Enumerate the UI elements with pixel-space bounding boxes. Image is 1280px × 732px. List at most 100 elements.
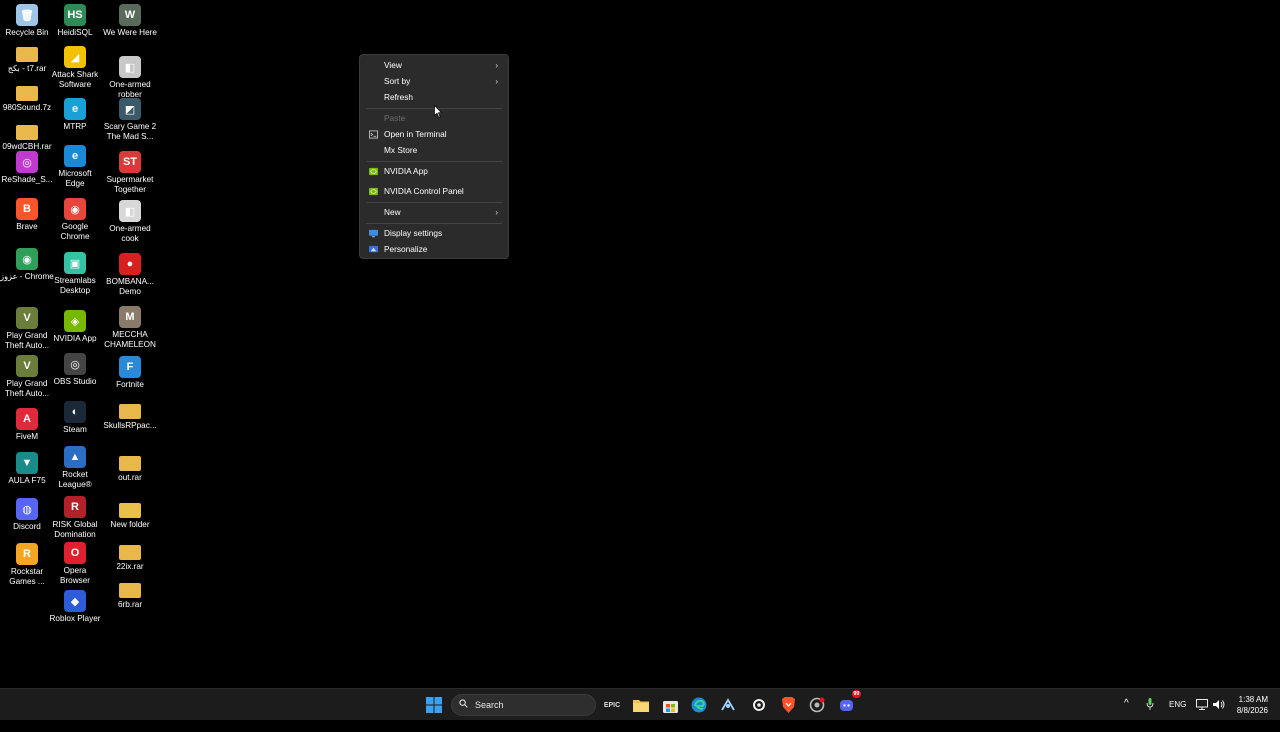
desktop-icon[interactable]: 22ix.rar <box>103 541 157 572</box>
folder-archive-icon <box>16 47 38 62</box>
folder-archive-icon <box>119 456 141 471</box>
desktop-icon[interactable]: R RISK Global Domination <box>48 496 102 539</box>
brave-icon[interactable] <box>777 694 799 716</box>
desktop-icon[interactable]: ◆ Roblox Player <box>48 590 102 624</box>
desktop-icon-label: Fortnite <box>116 380 144 389</box>
desktop-icon-label: Rockstar Games ... <box>9 567 45 586</box>
desktop-icon[interactable]: V Play Grand Theft Auto... <box>0 307 54 350</box>
desktop-icon[interactable]: ◍ Discord <box>0 498 54 532</box>
app-icon: ◎ <box>16 151 38 173</box>
menu-item-personalize[interactable]: Personalize <box>364 242 504 257</box>
desktop-icon[interactable]: ▲ Rocket League® <box>48 446 102 489</box>
desktop-icon-label: Discord <box>13 522 41 531</box>
discord-icon[interactable]: 99 <box>836 690 861 716</box>
desktop-icon[interactable]: out.rar <box>103 452 157 483</box>
desktop-icon[interactable]: ◈ NVIDIA App <box>48 310 102 344</box>
app-icon: W <box>119 4 141 26</box>
search-icon <box>459 699 468 708</box>
clock-date: 8/8/2026 <box>1236 706 1268 715</box>
chevron-right-icon: › <box>495 77 498 86</box>
start-button[interactable] <box>423 694 445 716</box>
show-hidden-icons-chevron-icon[interactable]: ^ <box>1124 698 1129 730</box>
file-explorer-icon[interactable] <box>630 694 652 716</box>
steelseries-gg-icon[interactable] <box>748 694 770 716</box>
desktop-icon[interactable]: SkullsRPpac... <box>103 400 157 431</box>
desktop-icon[interactable]: 980Sound.7z <box>0 82 54 113</box>
desktop-icon-label: AULA F75 <box>8 476 46 485</box>
desktop-icon[interactable]: ▣ Streamlabs Desktop <box>48 252 102 295</box>
desktop-icon[interactable]: V Play Grand Theft Auto... <box>0 355 54 398</box>
desktop-icon-label: ReShade_S... <box>1 175 53 184</box>
menu-item-nvidia-app[interactable]: NVIDIA App <box>364 164 504 179</box>
desktop-icon-label: Play Grand Theft Auto... <box>4 331 50 350</box>
menu-item-new[interactable]: New › <box>364 205 504 220</box>
desktop-icon[interactable]: ◉ Google Chrome <box>48 198 102 241</box>
app-icon: HS <box>64 4 86 26</box>
desktop-icon-label: out.rar <box>118 473 142 482</box>
network-icon[interactable] <box>1196 699 1208 731</box>
menu-item-mx-store[interactable]: Mx Store <box>364 143 504 158</box>
folder-archive-icon <box>119 583 141 598</box>
desktop-icon[interactable]: 09wdCBH.rar <box>0 121 54 152</box>
desktop-icon[interactable]: ◎ ReShade_S... <box>0 151 54 185</box>
desktop-icon-label: HeidiSQL <box>57 28 93 37</box>
desktop-icon-label: FiveM <box>15 432 39 441</box>
menu-item-open-in-terminal[interactable]: Open in Terminal <box>364 127 504 142</box>
app-icon: ◉ <box>64 198 86 220</box>
app-icon: A <box>16 408 38 430</box>
desktop-icon-label: Attack Shark Software <box>51 70 99 89</box>
app-icon: ▣ <box>64 252 86 274</box>
desktop-context-menu: View › Sort by › Refresh Paste Open in T… <box>359 54 509 259</box>
desktop-icon[interactable]: ◢ Attack Shark Software <box>48 46 102 89</box>
menu-item-sort-by[interactable]: Sort by › <box>364 74 504 89</box>
desktop-icon[interactable]: ◩ Scary Game 2 The Mad S... <box>103 98 157 141</box>
app-icon: ◩ <box>119 98 141 120</box>
desktop-icon[interactable]: ◧ One-armed cook <box>103 200 157 243</box>
desktop-icon[interactable]: e MTRP <box>48 98 102 132</box>
terminal-icon <box>369 130 378 139</box>
desktop-icon[interactable]: 6rb.rar <box>103 579 157 610</box>
desktop-icon[interactable]: New folder <box>103 499 157 530</box>
desktop-icon[interactable]: ◧ One-armed robber <box>103 56 157 99</box>
desktop-icon-label: SkullsRPpac... <box>103 421 157 430</box>
desktop-icon-label: Steam <box>63 425 87 434</box>
menu-item-display-settings[interactable]: Display settings <box>364 226 504 241</box>
desktop-icon[interactable]: M MECCHA CHAMELEON <box>103 306 157 349</box>
desktop-icon[interactable]: ◐ Steam <box>48 401 102 435</box>
desktop-icon[interactable]: ◎ OBS Studio <box>48 353 102 387</box>
steam-icon[interactable] <box>717 694 739 716</box>
edge-icon[interactable] <box>688 694 710 716</box>
desktop-icon[interactable]: B Brave <box>0 198 54 232</box>
desktop-icon[interactable]: ST Supermarket Together <box>103 151 157 194</box>
microphone-icon[interactable] <box>1146 698 1154 730</box>
microsoft-store-icon[interactable] <box>659 694 681 716</box>
input-language-indicator[interactable]: ENG <box>1169 700 1186 732</box>
desktop-icon[interactable]: HS HeidiSQL <box>48 4 102 38</box>
volume-icon[interactable] <box>1213 699 1225 731</box>
desktop-icon-label: Microsoft Edge <box>58 169 92 188</box>
desktop-icon[interactable]: F Fortnite <box>103 356 157 390</box>
desktop-icon[interactable]: ◉ عزوز - Chrome <box>0 248 54 282</box>
chrome-profile-icon[interactable] <box>806 694 828 716</box>
epic-games-icon[interactable]: EPIC <box>601 694 623 716</box>
app-icon: ◉ <box>16 248 38 270</box>
desktop-icon[interactable]: 🗑 Recycle Bin <box>0 4 54 38</box>
menu-item-refresh[interactable]: Refresh <box>364 90 504 105</box>
app-icon: ◍ <box>16 498 38 520</box>
desktop-icon-label: BOMBANA... Demo <box>106 277 154 296</box>
desktop-icon[interactable]: ▼ AULA F75 <box>0 452 54 486</box>
desktop-icon[interactable]: بكج - t7.rar <box>0 43 54 74</box>
desktop-icon[interactable]: ● BOMBANA... Demo <box>103 253 157 296</box>
menu-item-view[interactable]: View › <box>364 58 504 73</box>
desktop-icon[interactable]: A FiveM <box>0 408 54 442</box>
desktop-icon[interactable]: O Opera Browser <box>48 542 102 585</box>
menu-item-nvidia-control-panel[interactable]: NVIDIA Control Panel <box>364 184 504 199</box>
folder-archive-icon <box>119 404 141 419</box>
desktop-icon[interactable]: e Microsoft Edge <box>48 145 102 188</box>
desktop-icon[interactable]: R Rockstar Games ... <box>0 543 54 586</box>
app-icon: R <box>64 496 86 518</box>
desktop[interactable]: 🗑 Recycle Bin بكج - t7.rar 980Sound.7z 09wdC… <box>0 0 1280 688</box>
taskbar-search-box[interactable]: Search <box>451 694 596 716</box>
system-clock[interactable]: 1:38 AM 8/8/2026 <box>1237 694 1268 716</box>
desktop-icon[interactable]: W We Were Here <box>103 4 157 38</box>
